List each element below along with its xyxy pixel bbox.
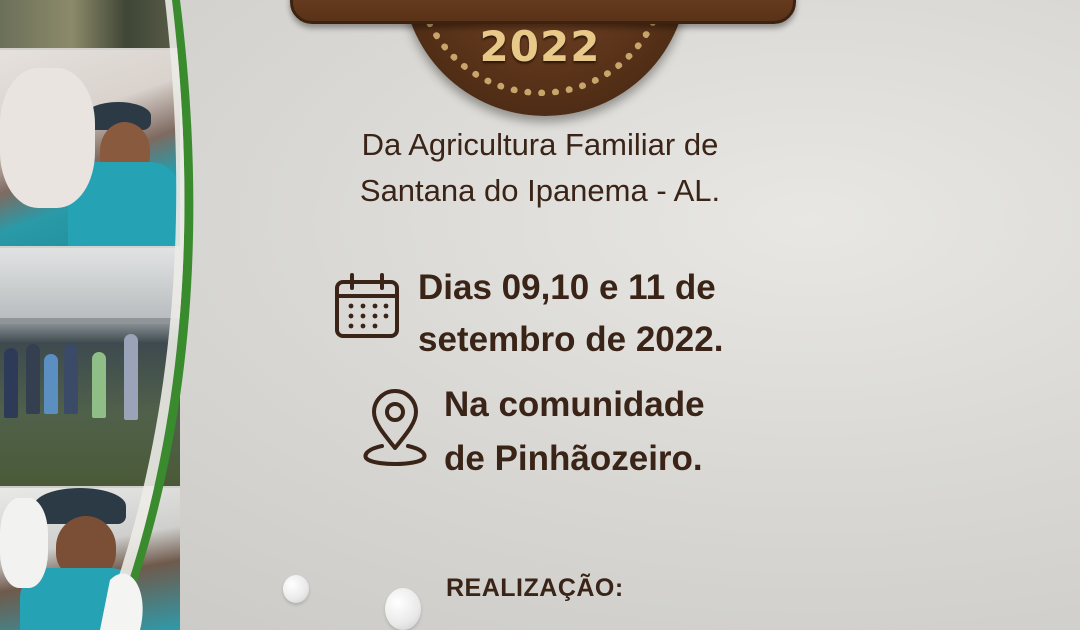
event-subtitle: Da Agricultura Familiar de Santana do Ip…: [300, 122, 780, 214]
subtitle-line-2: Santana do Ipanema - AL.: [359, 173, 721, 208]
milk-drop: [385, 588, 421, 630]
dates-line-1: Dias 09,10 e 11 de: [418, 268, 716, 307]
dates-line-2: setembro de 2022.: [418, 320, 724, 359]
event-year: 2022: [479, 22, 601, 71]
subtitle-line-1: Da Agricultura Familiar de: [361, 127, 719, 162]
location-line-2: de Pinhãozeiro.: [444, 439, 703, 478]
realizacao-label: REALIZAÇÃO:: [446, 574, 624, 602]
milk-drop: [283, 575, 309, 603]
event-location: Na comunidade de Pinhãozeiro.: [444, 378, 705, 486]
location-line-1: Na comunidade: [444, 385, 705, 424]
wooden-plaque: [290, 0, 796, 24]
event-dates: Dias 09,10 e 11 de setembro de 2022.: [418, 262, 723, 366]
location-pin-icon: [363, 389, 427, 466]
calendar-icon: [335, 273, 399, 338]
